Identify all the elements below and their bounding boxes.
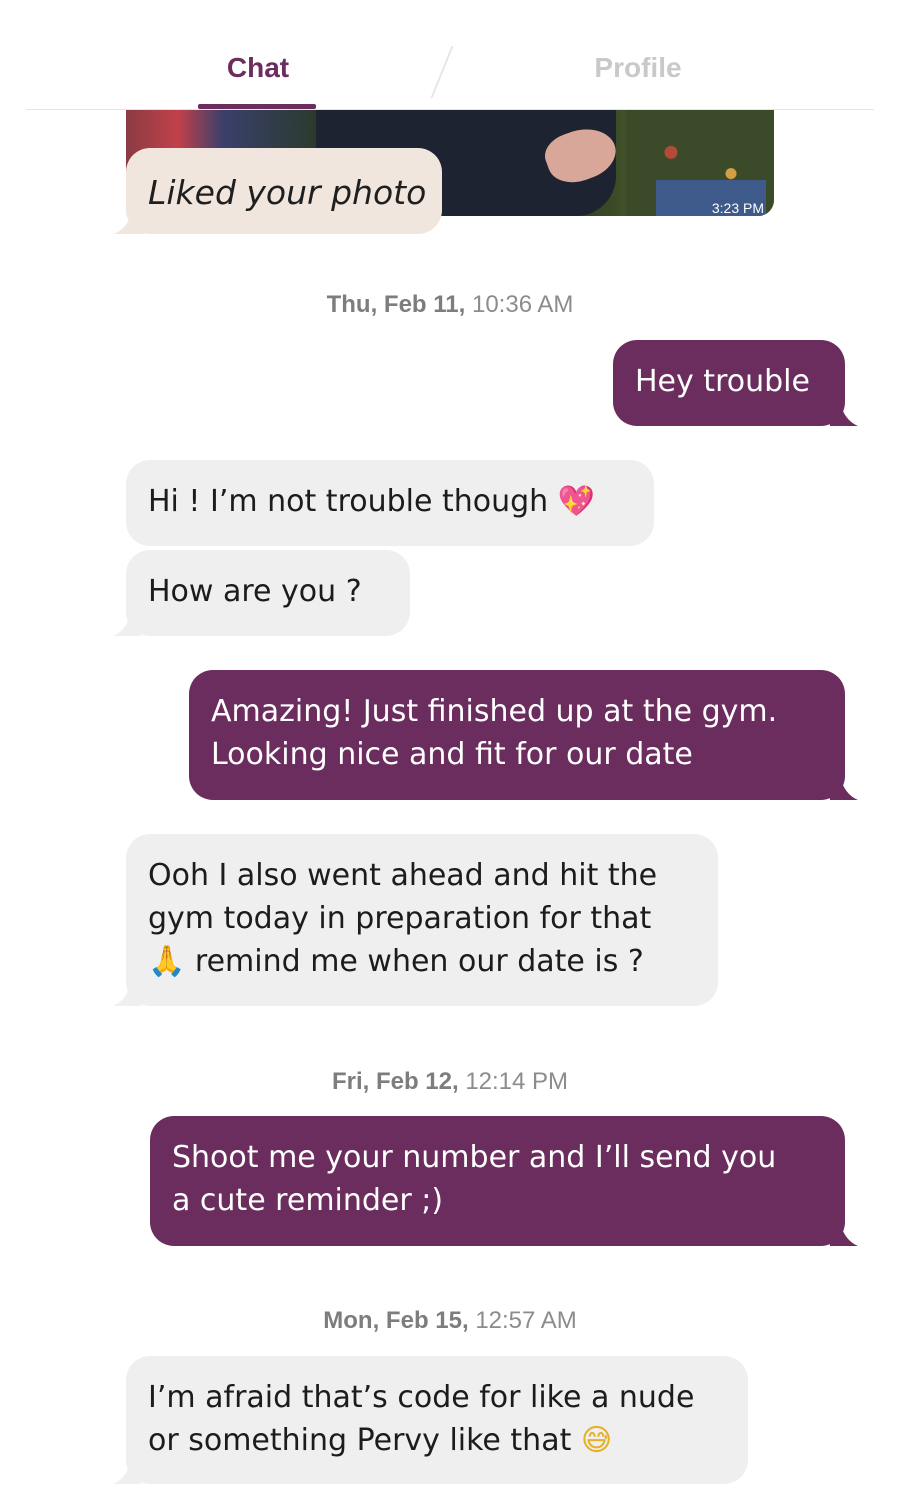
message-text: or something Pervy like that [148, 1423, 572, 1458]
date-day: Fri, Feb 12, [331, 1068, 459, 1095]
date-time: 12:14 PM [465, 1068, 569, 1095]
message-text: Hey trouble [635, 364, 810, 399]
message-text: Hi ! I’m not trouble though [148, 484, 549, 519]
tab-divider [430, 46, 454, 98]
message-text: remind me when our date is ? [194, 944, 644, 979]
tab-profile[interactable]: Profile [580, 52, 696, 84]
date-separator: Fri, Feb 12, 12:14 PM [0, 1068, 900, 1096]
liked-photo-bubble: Liked your photo [114, 148, 442, 234]
tab-chat[interactable]: Chat [200, 52, 316, 84]
message-text-line: I’m afraid that’s code for like a nude [148, 1380, 695, 1415]
bubble-tail [830, 776, 858, 800]
chat-header: Chat Profile [0, 0, 900, 110]
message-text: How are you ? [148, 574, 362, 609]
date-separator: Thu, Feb 11, 10:36 AM [0, 291, 900, 319]
message-text-line: Shoot me your number and I’ll send you [172, 1140, 777, 1175]
message-text-line: 🙏 remind me when our date is ? [148, 940, 696, 983]
folded-hands-icon: 🙏 [148, 944, 186, 979]
message-text-line: or something Pervy like that 😅 [148, 1419, 726, 1462]
sparkling-heart-icon: 💖 [557, 484, 596, 519]
message-incoming[interactable]: I’m afraid that’s code for like a nude o… [113, 1356, 748, 1484]
date-day: Thu, Feb 11, [326, 291, 466, 318]
message-text-line: Ooh I also went ahead and hit the [148, 858, 658, 893]
message-outgoing[interactable]: Hey trouble [613, 340, 858, 426]
message-text-line: Looking nice and fit for our date [211, 737, 693, 772]
message-incoming[interactable]: Ooh I also went ahead and hit the gym to… [113, 834, 718, 1006]
message-incoming[interactable]: Hi ! I’m not trouble though 💖 [126, 460, 654, 546]
bubble-tail [113, 982, 141, 1006]
message-text-line: a cute reminder ;) [172, 1183, 444, 1218]
date-time: 12:57 AM [475, 1307, 577, 1334]
bubble-tail [830, 402, 858, 426]
message-text-line: gym today in preparation for that [148, 901, 652, 936]
bubble-tail [113, 1460, 141, 1484]
message-outgoing[interactable]: Amazing! Just finished up at the gym. Lo… [189, 670, 858, 800]
date-separator: Mon, Feb 15, 12:57 AM [0, 1307, 900, 1335]
date-day: Mon, Feb 15, [323, 1307, 469, 1334]
message-outgoing[interactable]: Shoot me your number and I’ll send you a… [150, 1116, 858, 1246]
message-text-line: Amazing! Just finished up at the gym. [211, 694, 778, 729]
bubble-tail [830, 1222, 858, 1246]
message-incoming[interactable]: How are you ? [113, 550, 410, 636]
photo-timestamp: 3:23 PM [711, 200, 764, 216]
date-time: 10:36 AM [471, 291, 574, 318]
bubble-tail [114, 212, 144, 234]
liked-photo-text: Liked your photo [148, 173, 427, 212]
grinning-sweat-icon: 😅 [580, 1423, 613, 1458]
bubble-tail [113, 612, 141, 636]
